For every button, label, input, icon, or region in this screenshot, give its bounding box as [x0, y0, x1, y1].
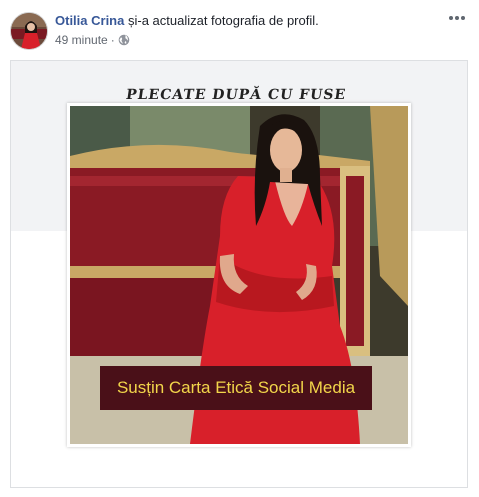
author-avatar[interactable] — [10, 12, 48, 50]
post-action-text: și-a actualizat fotografia de profil. — [124, 13, 319, 28]
meta-separator: · — [110, 33, 115, 47]
profile-photo[interactable]: Susțin Carta Etică Social Media — [67, 103, 411, 447]
post-meta: 49 minute · — [55, 32, 130, 48]
avatar-image — [11, 13, 47, 49]
post-media-frame[interactable]: PLECATE DUPĂ CU FUSE Susțin Carta Etică … — [10, 60, 468, 488]
author-name-link[interactable]: Otilia Crina — [55, 13, 124, 28]
caption-banner: Susțin Carta Etică Social Media — [100, 366, 372, 410]
more-options-icon[interactable] — [447, 10, 467, 26]
post-timestamp[interactable]: 49 minute — [55, 32, 108, 48]
caption-banner-text: Susțin Carta Etică Social Media — [116, 378, 356, 397]
cover-photo-text: PLECATE DUPĂ CU FUSE — [124, 87, 348, 103]
post-header: Otilia Crina și-a actualizat fotografia … — [55, 13, 319, 29]
globe-icon[interactable] — [118, 34, 130, 46]
feed-post: Otilia Crina și-a actualizat fotografia … — [0, 0, 479, 497]
